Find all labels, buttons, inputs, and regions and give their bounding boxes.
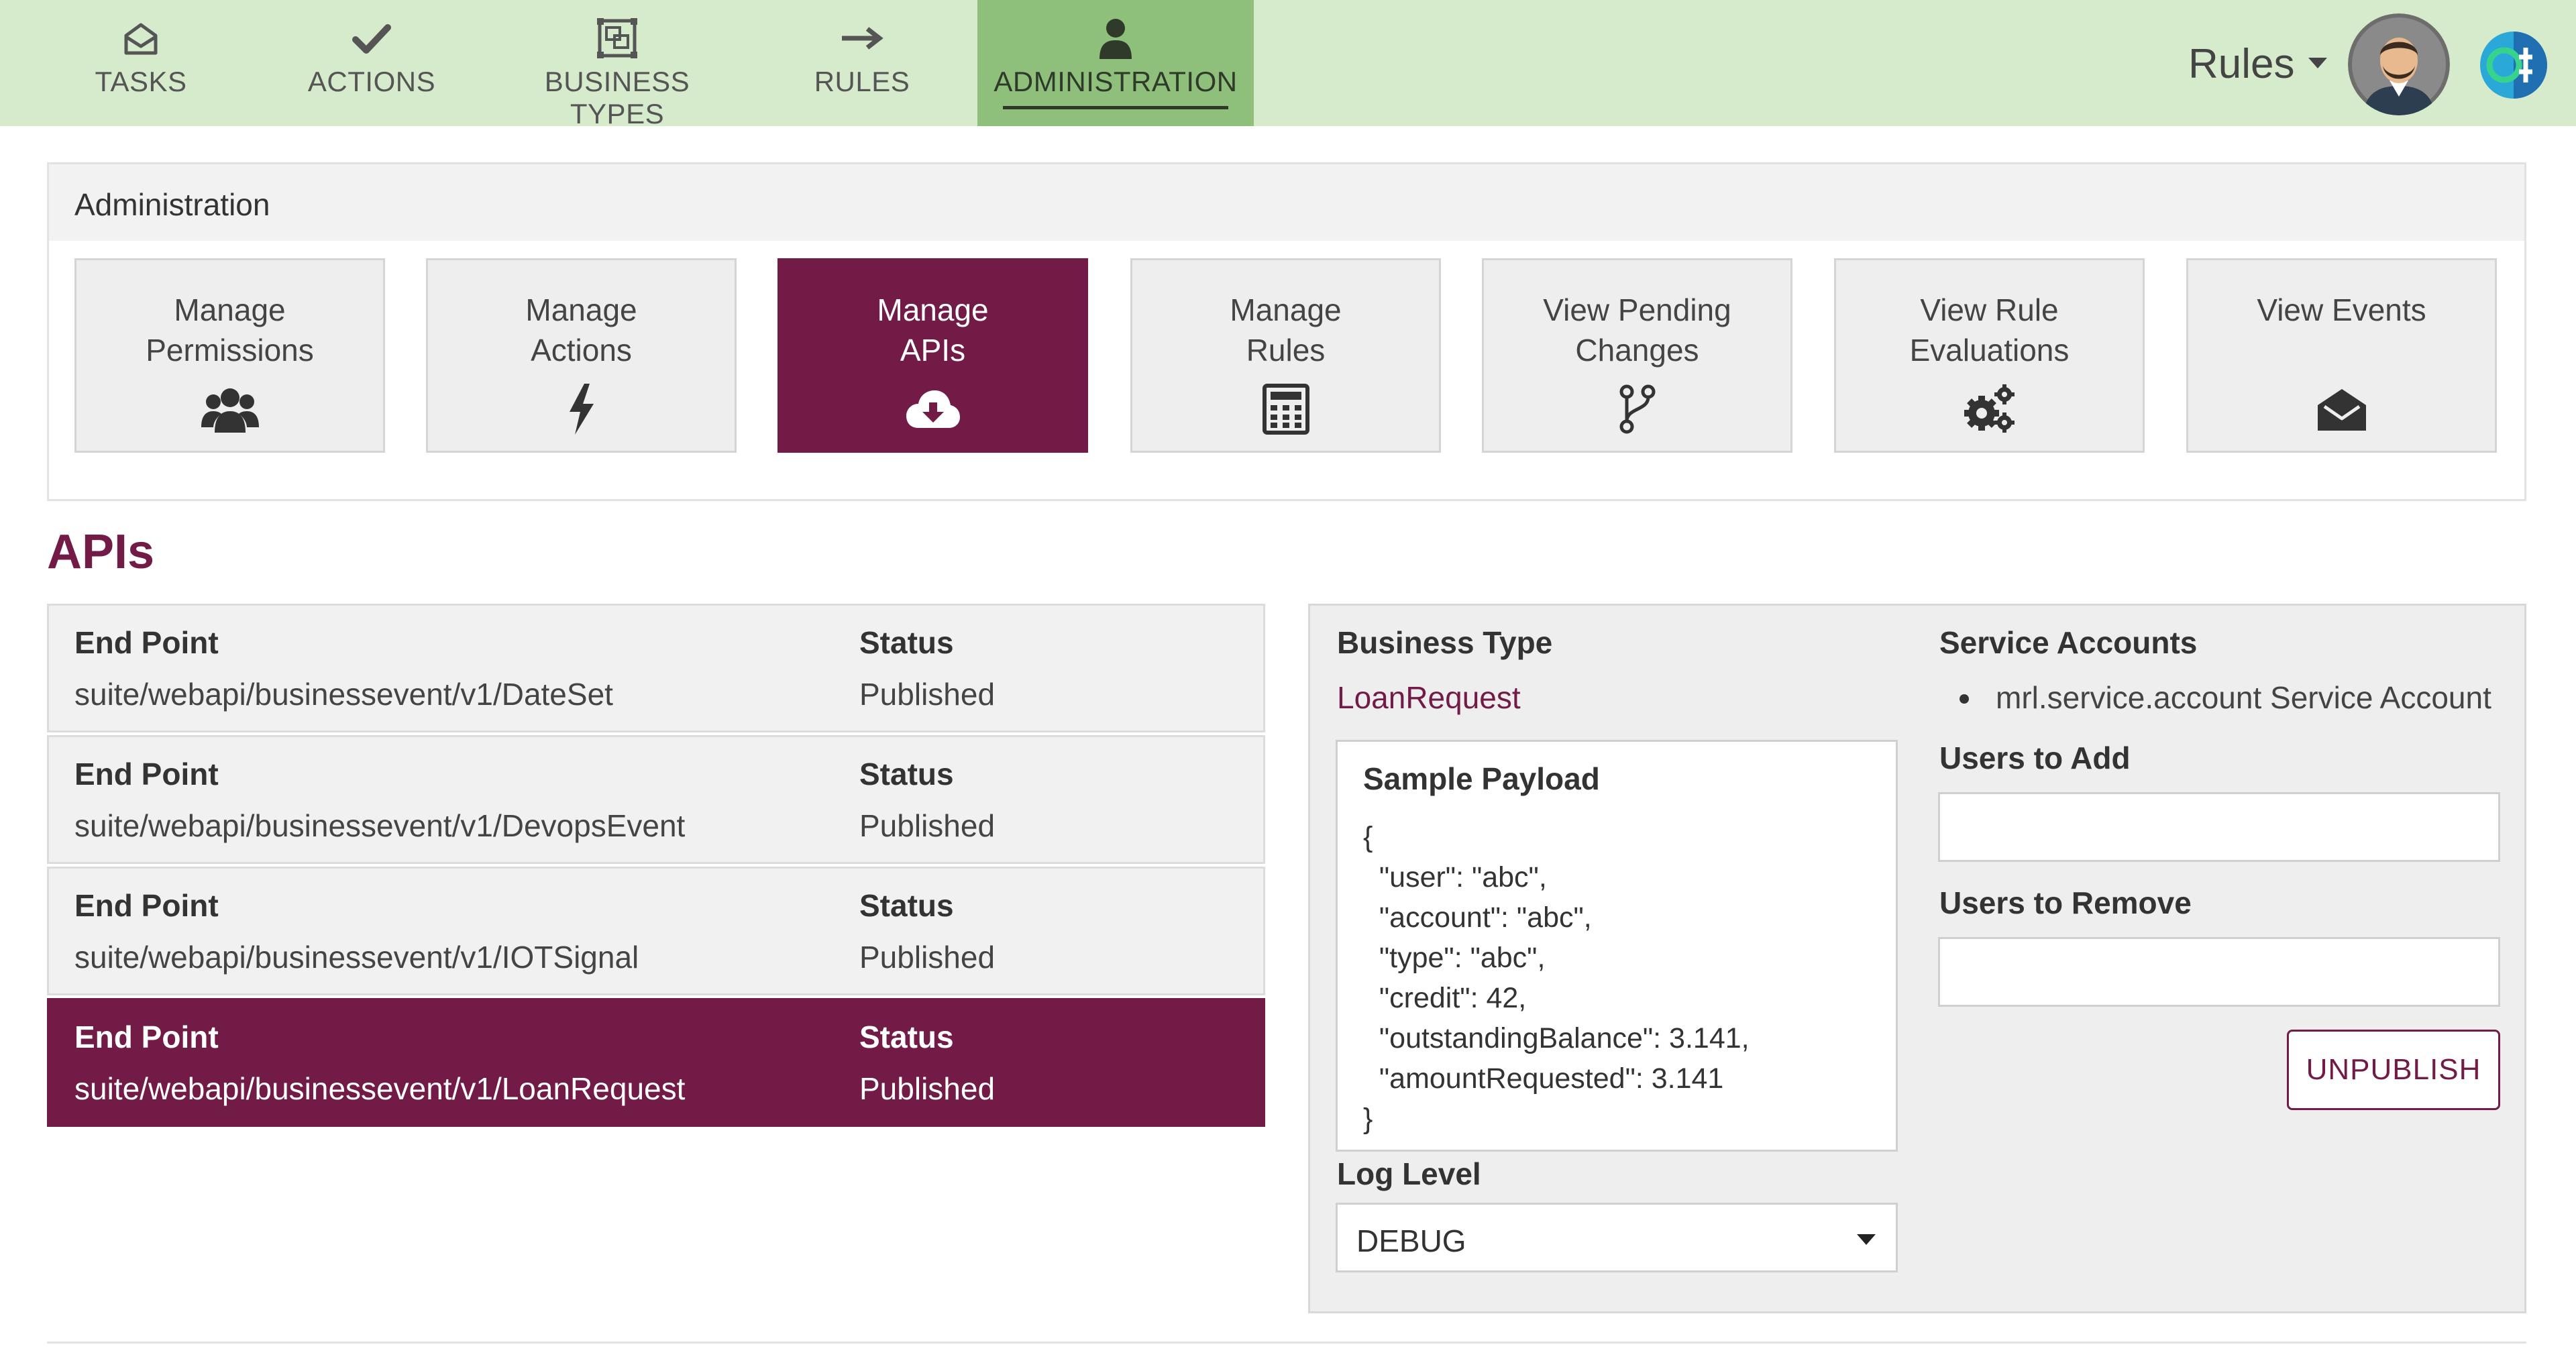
api-detail-panel: Business Type LoanRequest Sample Payload… bbox=[1308, 604, 2526, 1313]
status-header: Status bbox=[859, 625, 954, 660]
sample-payload-label: Sample Payload bbox=[1363, 761, 1600, 796]
nav-tab-actions[interactable]: ACTIONS bbox=[291, 0, 452, 126]
user-icon bbox=[1092, 15, 1139, 62]
administration-panel: Administration Manage Permissions Manage… bbox=[47, 162, 2526, 501]
tile-label: Manage Rules bbox=[1230, 292, 1342, 368]
cogs-icon bbox=[1960, 382, 2020, 436]
endpoint-value: suite/webapi/businessevent/v1/IOTSignal bbox=[74, 940, 639, 975]
endpoint-header: End Point bbox=[74, 1020, 219, 1054]
status-value: Published bbox=[859, 677, 996, 712]
nav-tab-rules[interactable]: RULES bbox=[785, 0, 939, 126]
bolt-icon bbox=[551, 382, 612, 436]
tile-view-pending-changes[interactable]: View Pending Changes bbox=[1482, 258, 1792, 453]
status-value: Published bbox=[859, 808, 996, 843]
caret-down-icon bbox=[1857, 1234, 1876, 1245]
status-header: Status bbox=[859, 757, 954, 791]
api-row-selected[interactable]: End Point Status suite/webapi/businessev… bbox=[47, 998, 1265, 1127]
endpoint-value: suite/webapi/businessevent/v1/LoanReques… bbox=[74, 1071, 686, 1106]
administration-title: Administration bbox=[74, 187, 270, 222]
nav-tab-label: ACTIONS bbox=[307, 66, 436, 97]
code-branch-icon bbox=[1607, 382, 1668, 436]
app-logo-icon[interactable] bbox=[2479, 30, 2548, 100]
sample-payload-box: Sample Payload { "user": "abc", "account… bbox=[1336, 740, 1898, 1152]
service-account-item: mrl.service.account Service Account bbox=[1996, 680, 2491, 715]
nav-tab-label: TASKS bbox=[95, 66, 187, 97]
nav-tab-label: RULES bbox=[814, 66, 910, 97]
tile-label: View Events bbox=[2257, 292, 2426, 327]
tile-label: View Pending Changes bbox=[1543, 292, 1731, 368]
nav-tab-business-types[interactable]: BUSINESS TYPES bbox=[500, 0, 735, 129]
business-type-label: Business Type bbox=[1337, 625, 1553, 660]
log-level-selected-value: DEBUG bbox=[1356, 1223, 1466, 1258]
users-icon bbox=[200, 382, 260, 436]
log-level-select[interactable]: DEBUG bbox=[1336, 1203, 1898, 1272]
sample-payload-code: { "user": "abc", "account": "abc", "type… bbox=[1363, 821, 1750, 1135]
tile-label: Manage Actions bbox=[525, 292, 637, 368]
tile-label: Manage Permissions bbox=[146, 292, 314, 368]
nav-tab-label: BUSINESS TYPES bbox=[544, 66, 690, 129]
business-type-link[interactable]: LoanRequest bbox=[1337, 679, 1521, 716]
administration-header: Administration bbox=[49, 164, 2524, 241]
status-value: Published bbox=[859, 940, 996, 975]
users-to-add-input[interactable] bbox=[1938, 792, 2500, 862]
tile-view-rule-evaluations[interactable]: View Rule Evaluations bbox=[1834, 258, 2145, 453]
status-header: Status bbox=[859, 1020, 954, 1054]
page-divider bbox=[47, 1341, 2526, 1344]
users-to-remove-label: Users to Remove bbox=[1939, 885, 2192, 920]
object-group-icon bbox=[594, 15, 641, 62]
envelope-open-icon bbox=[117, 15, 164, 62]
active-tab-underline bbox=[1003, 106, 1228, 109]
api-row[interactable]: End Point Status suite/webapi/businessev… bbox=[47, 735, 1265, 864]
check-icon bbox=[348, 15, 395, 62]
top-navigation-bar: TASKS ACTIONS BUSINESS TYPES RULES ADMIN… bbox=[0, 0, 2576, 129]
tile-view-events[interactable]: View Events bbox=[2186, 258, 2497, 453]
users-to-add-label: Users to Add bbox=[1939, 741, 2131, 775]
log-level-label: Log Level bbox=[1337, 1156, 1481, 1191]
service-accounts-label: Service Accounts bbox=[1939, 625, 2198, 660]
user-avatar[interactable] bbox=[2348, 13, 2450, 115]
caret-down-icon bbox=[2308, 58, 2327, 68]
nav-tab-administration[interactable]: ADMINISTRATION bbox=[977, 0, 1254, 126]
status-header: Status bbox=[859, 888, 954, 923]
envelope-open-icon bbox=[2312, 382, 2372, 436]
calculator-icon bbox=[1256, 382, 1316, 436]
tile-label: View Rule Evaluations bbox=[1909, 292, 2070, 368]
list-bullet bbox=[1960, 694, 1969, 704]
nav-tab-label: ADMINISTRATION bbox=[994, 66, 1238, 97]
endpoint-header: End Point bbox=[74, 757, 219, 791]
endpoint-value: suite/webapi/businessevent/v1/DevopsEven… bbox=[74, 808, 686, 843]
tile-label: Manage APIs bbox=[877, 292, 989, 368]
api-row[interactable]: End Point Status suite/webapi/businessev… bbox=[47, 604, 1265, 732]
apis-section-title: APIs bbox=[47, 525, 155, 579]
app-switcher-label: Rules bbox=[2188, 40, 2295, 87]
app-switcher-menu[interactable]: Rules bbox=[2188, 34, 2327, 94]
endpoint-header: End Point bbox=[74, 625, 219, 660]
tile-manage-permissions[interactable]: Manage Permissions bbox=[74, 258, 385, 453]
arrow-right-icon bbox=[839, 15, 885, 62]
status-value: Published bbox=[859, 1071, 996, 1106]
nav-tab-tasks[interactable]: TASKS bbox=[67, 0, 215, 126]
unpublish-button[interactable]: UNPUBLISH bbox=[2287, 1030, 2500, 1110]
cloud-download-icon bbox=[903, 382, 963, 436]
api-row[interactable]: End Point Status suite/webapi/businessev… bbox=[47, 867, 1265, 995]
tile-manage-rules[interactable]: Manage Rules bbox=[1130, 258, 1441, 453]
tile-manage-actions[interactable]: Manage Actions bbox=[426, 258, 737, 453]
endpoint-value: suite/webapi/businessevent/v1/DateSet bbox=[74, 677, 613, 712]
tile-manage-apis[interactable]: Manage APIs bbox=[777, 258, 1088, 453]
endpoint-header: End Point bbox=[74, 888, 219, 923]
users-to-remove-input[interactable] bbox=[1938, 937, 2500, 1007]
